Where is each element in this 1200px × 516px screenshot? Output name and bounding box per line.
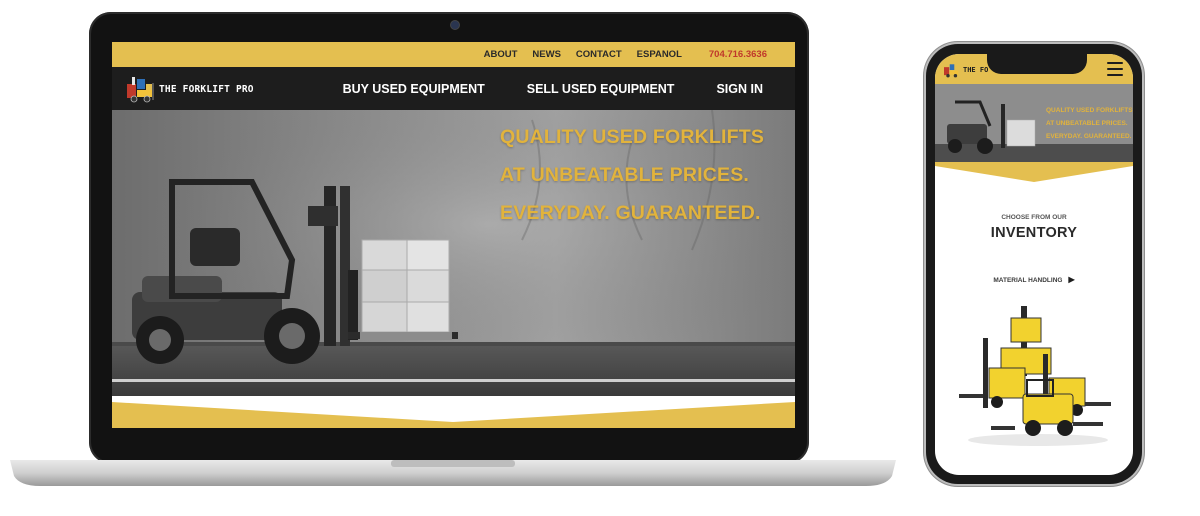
hero-line-1: QUALITY USED FORKLIFTS	[500, 126, 765, 148]
nav-about[interactable]: ABOUT	[484, 49, 518, 60]
hero-line-3: EVERYDAY. GUARANTEED.	[500, 202, 761, 224]
laptop-screen: ABOUT NEWS CONTACT ESPANOL 704.716.3636 …	[112, 42, 795, 428]
inventory-heading: INVENTORY	[990, 225, 1078, 241]
mobile-brand-name: THE FO	[963, 66, 989, 74]
nav-espanol[interactable]: ESPANOL	[637, 49, 682, 60]
forklift-logo-icon	[944, 64, 959, 78]
mobile-accent-band	[935, 162, 1133, 190]
mobile-hero-headline: QUALITY USED FORKLIFTS AT UNBEATABLE PRI…	[1046, 104, 1133, 143]
utility-nav: ABOUT NEWS CONTACT ESPANOL 704.716.3636	[484, 42, 767, 67]
primary-nav: BUY USED EQUIPMENT SELL USED EQUIPMENT S…	[343, 67, 763, 110]
material-handling-label: MATERIAL HANDLING	[993, 277, 1063, 284]
nav-news[interactable]: NEWS	[532, 49, 561, 60]
hero-line-2: AT UNBEATABLE PRICES.	[500, 164, 750, 186]
forklift-logo-icon	[127, 77, 154, 103]
nav-contact[interactable]: CONTACT	[576, 49, 622, 60]
mobile-hero-line-2: AT UNBEATABLE PRICES.	[1046, 120, 1128, 127]
hero-headline: QUALITY USED FORKLIFTS AT UNBEATABLE PRI…	[500, 118, 790, 232]
forklift-group-image	[959, 306, 1111, 446]
phone-screen: THE FO QUALITY USED FORKLIFTS AT UNBEATA…	[935, 54, 1133, 475]
nav-buy-used-equipment[interactable]: BUY USED EQUIPMENT	[343, 82, 485, 96]
hamburger-menu-icon[interactable]	[1107, 62, 1123, 76]
laptop-base	[10, 460, 896, 486]
site-logo[interactable]: THE FORKLIFT PRO	[126, 75, 254, 103]
accent-band	[112, 396, 795, 428]
brand-name: THE FORKLIFT PRO	[159, 83, 254, 95]
phone-number-link[interactable]: 704.716.3636	[709, 49, 767, 60]
utility-bar: ABOUT NEWS CONTACT ESPANOL 704.716.3636	[112, 42, 795, 67]
nav-sell-used-equipment[interactable]: SELL USED EQUIPMENT	[527, 82, 675, 96]
mobile-hero-line-1: QUALITY USED FORKLIFTS	[1046, 107, 1133, 114]
mobile-logo[interactable]: THE FO	[943, 62, 988, 78]
main-navbar: THE FORKLIFT PRO BUY USED EQUIPMENT SELL…	[112, 67, 795, 110]
mobile-hero-line-3: EVERYDAY. GUARANTEED.	[1046, 133, 1132, 140]
laptop-camera	[450, 20, 460, 30]
choose-from-label: CHOOSE FROM OUR	[1001, 214, 1067, 221]
material-handling-link[interactable]: MATERIAL HANDLING ▶	[935, 275, 1133, 284]
phone-notch	[987, 54, 1087, 74]
triangle-right-icon: ▶	[1068, 275, 1075, 284]
nav-sign-in[interactable]: SIGN IN	[716, 82, 763, 96]
